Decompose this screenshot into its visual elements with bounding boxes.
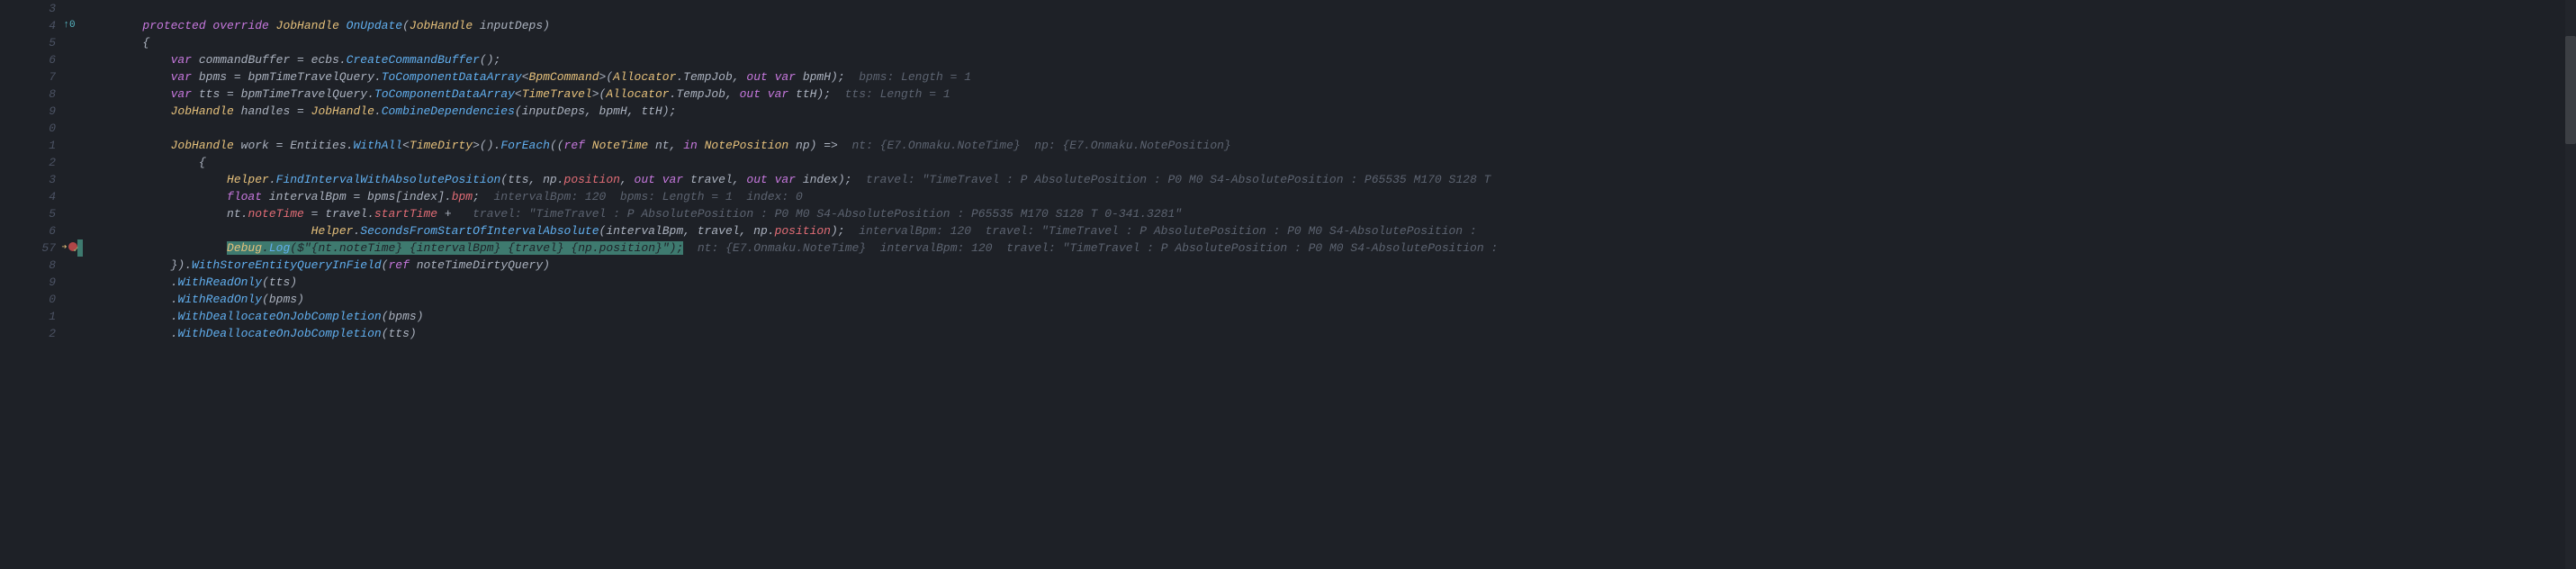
code-line[interactable]: protected override JobHandle OnUpdate(Jo… bbox=[86, 17, 2576, 34]
line-number: 0 bbox=[0, 291, 56, 308]
gutter-marker-cell[interactable] bbox=[61, 325, 77, 342]
debug-inlay: nt: {E7.Onmaku.NoteTime} intervalBpm: 12… bbox=[683, 241, 1498, 255]
code-editor[interactable]: 345678901234565789012 ↑0➔✓ protected ove… bbox=[0, 0, 2576, 569]
line-number: 6 bbox=[0, 51, 56, 68]
line-number: 7 bbox=[0, 68, 56, 86]
vertical-scrollbar[interactable] bbox=[2565, 0, 2576, 569]
line-number: 5 bbox=[0, 205, 56, 222]
code-line[interactable]: Debug.Log($"{nt.noteTime} {intervalBpm} … bbox=[86, 239, 2576, 257]
line-number: 0 bbox=[0, 120, 56, 137]
code-line[interactable]: .WithDeallocateOnJobCompletion(bpms) bbox=[86, 308, 2576, 325]
gutter-marker-cell[interactable] bbox=[61, 154, 77, 171]
scrollbar-thumb[interactable] bbox=[2565, 36, 2576, 144]
gutter-marker-cell[interactable] bbox=[61, 274, 77, 291]
code-line[interactable]: { bbox=[86, 34, 2576, 51]
gutter-marker-cell[interactable] bbox=[61, 188, 77, 205]
code-line[interactable]: .WithReadOnly(bpms) bbox=[86, 291, 2576, 308]
code-line[interactable]: var tts = bpmTimeTravelQuery.ToComponent… bbox=[86, 86, 2576, 103]
code-line[interactable]: nt.noteTime = travel.startTime + travel:… bbox=[86, 205, 2576, 222]
gutter-marker-cell[interactable] bbox=[61, 171, 77, 188]
line-number: 4 bbox=[0, 188, 56, 205]
line-number: 3 bbox=[0, 171, 56, 188]
gutter-marker-cell[interactable] bbox=[61, 137, 77, 154]
line-number: 8 bbox=[0, 257, 56, 274]
line-number: 9 bbox=[0, 274, 56, 291]
line-number: 2 bbox=[0, 325, 56, 342]
code-line[interactable]: var commandBuffer = ecbs.CreateCommandBu… bbox=[86, 51, 2576, 68]
code-line[interactable]: var bpms = bpmTimeTravelQuery.ToComponen… bbox=[86, 68, 2576, 86]
code-line[interactable]: JobHandle handles = JobHandle.CombineDep… bbox=[86, 103, 2576, 120]
debug-inlay: travel: "TimeTravel : P AbsolutePosition… bbox=[473, 207, 1182, 221]
code-area[interactable]: protected override JobHandle OnUpdate(Jo… bbox=[83, 0, 2576, 569]
code-line[interactable] bbox=[86, 0, 2576, 17]
code-line[interactable]: .WithReadOnly(tts) bbox=[86, 274, 2576, 291]
line-number: 2 bbox=[0, 154, 56, 171]
code-line[interactable]: float intervalBpm = bpms[index].bpm; int… bbox=[86, 188, 2576, 205]
execution-pointer-icon: ➔ bbox=[61, 241, 67, 255]
code-line[interactable]: }).WithStoreEntityQueryInField(ref noteT… bbox=[86, 257, 2576, 274]
line-number: 1 bbox=[0, 137, 56, 154]
breakpoint-verified-icon: ✓ bbox=[73, 244, 78, 257]
code-line[interactable]: Helper.FindIntervalWithAbsolutePosition(… bbox=[86, 171, 2576, 188]
code-line[interactable]: JobHandle work = Entities.WithAll<TimeDi… bbox=[86, 137, 2576, 154]
debug-inlay: travel: "TimeTravel : P AbsolutePosition… bbox=[866, 173, 1491, 186]
line-number: 1 bbox=[0, 308, 56, 325]
gutter-marker-cell[interactable] bbox=[61, 51, 77, 68]
debug-inlay: tts: Length = 1 bbox=[845, 87, 950, 101]
debug-inlay: intervalBpm: 120 travel: "TimeTravel : P… bbox=[859, 224, 1477, 238]
debug-inlay: nt: {E7.Onmaku.NoteTime} np: {E7.Onmaku.… bbox=[838, 139, 1231, 152]
line-number: 6 bbox=[0, 222, 56, 239]
gutter-marker-cell[interactable] bbox=[61, 0, 77, 17]
gutter-marker-cell[interactable] bbox=[61, 86, 77, 103]
gutter-marker-cell[interactable] bbox=[61, 34, 77, 51]
line-number: 8 bbox=[0, 86, 56, 103]
line-number: 4 bbox=[0, 17, 56, 34]
gutter-marker-cell[interactable] bbox=[61, 205, 77, 222]
gutter-marker-cell[interactable]: ↑0 bbox=[61, 17, 77, 34]
gutter-marker-cell[interactable] bbox=[61, 103, 77, 120]
line-number: 3 bbox=[0, 0, 56, 17]
code-line[interactable]: .WithDeallocateOnJobCompletion(tts) bbox=[86, 325, 2576, 342]
gutter-marker-cell[interactable]: ➔✓ bbox=[61, 239, 77, 257]
gutter-marker-cell[interactable] bbox=[61, 68, 77, 86]
line-number: 57 bbox=[0, 239, 56, 257]
code-line[interactable]: Helper.SecondsFromStartOfIntervalAbsolut… bbox=[86, 222, 2576, 239]
code-line[interactable] bbox=[86, 120, 2576, 137]
marker-gutter[interactable]: ↑0➔✓ bbox=[61, 0, 77, 569]
references-icon[interactable]: ↑0 bbox=[63, 18, 75, 33]
line-number: 5 bbox=[0, 34, 56, 51]
line-number-gutter: 345678901234565789012 bbox=[0, 0, 61, 569]
gutter-marker-cell[interactable] bbox=[61, 222, 77, 239]
current-execution-highlight: Debug.Log($"{nt.noteTime} {intervalBpm} … bbox=[227, 241, 683, 255]
debug-inlay: intervalBpm: 120 bpms: Length = 1 index:… bbox=[494, 190, 803, 203]
gutter-marker-cell[interactable] bbox=[61, 257, 77, 274]
debug-inlay: bpms: Length = 1 bbox=[859, 70, 971, 84]
line-number: 9 bbox=[0, 103, 56, 120]
gutter-marker-cell[interactable] bbox=[61, 308, 77, 325]
gutter-marker-cell[interactable] bbox=[61, 291, 77, 308]
code-line[interactable]: { bbox=[86, 154, 2576, 171]
gutter-marker-cell[interactable] bbox=[61, 120, 77, 137]
